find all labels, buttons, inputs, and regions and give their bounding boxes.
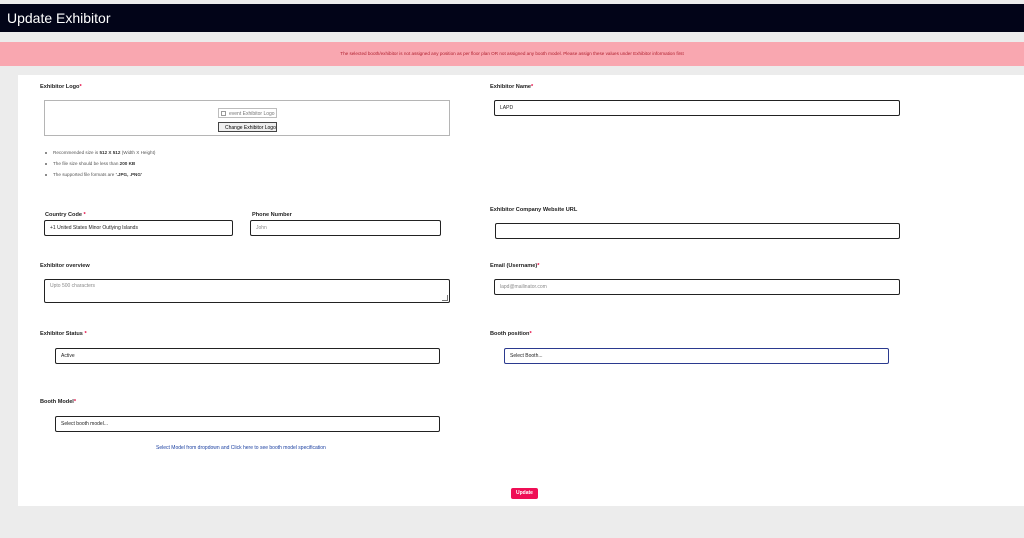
website-url-label: Exhibitor Company Website URL <box>490 207 578 213</box>
booth-model-label: Booth Model* <box>40 399 77 405</box>
resize-handle-icon[interactable] <box>442 295 448 301</box>
bullet-icon <box>45 162 47 165</box>
logo-hints: Recommended size is 512 X 512 (Width X H… <box>43 147 155 180</box>
email-label: Email (Username)* <box>490 263 540 269</box>
alert-message: The selected booth/exhibitor is not assi… <box>340 51 684 56</box>
broken-image-icon <box>221 111 226 116</box>
change-logo-button[interactable]: Change Exhibitor Logo <box>218 122 277 132</box>
exhibitor-name-input[interactable]: LAPD <box>494 100 900 116</box>
page-title: Update Exhibitor <box>7 10 111 26</box>
page-header: Update Exhibitor <box>0 4 1024 32</box>
exhibitor-status-select[interactable]: Active <box>55 348 440 364</box>
required-marker: * <box>529 331 532 337</box>
required-marker: * <box>537 263 540 269</box>
booth-model-spec-link[interactable]: Select Model from dropdown and Click her… <box>156 445 326 451</box>
country-code-label: Country Code * <box>45 212 86 218</box>
update-button[interactable]: Update <box>511 488 538 499</box>
required-marker: * <box>531 84 534 90</box>
required-marker: * <box>82 331 87 337</box>
required-marker: * <box>81 212 86 218</box>
warning-alert: The selected booth/exhibitor is not assi… <box>0 42 1024 66</box>
exhibitor-overview-textarea[interactable]: Upto 500 characters <box>44 279 450 303</box>
bullet-icon <box>45 173 47 176</box>
list-item: The file size should be less than 200 KB <box>43 158 155 169</box>
exhibitor-name-label: Exhibitor Name* <box>490 84 534 90</box>
phone-number-label: Phone Number <box>252 212 292 218</box>
required-marker: * <box>79 84 82 90</box>
email-input[interactable]: lapd@mailinator.com <box>494 279 900 295</box>
booth-position-select[interactable]: Select Booth... <box>504 348 889 364</box>
logo-upload-area: event Exhibitor Logo Change Exhibitor Lo… <box>44 100 450 136</box>
exhibitor-logo-label: Exhibitor Logo* <box>40 84 82 90</box>
exhibitor-logo-image: event Exhibitor Logo <box>218 108 277 118</box>
bullet-icon <box>45 151 47 154</box>
website-url-input[interactable] <box>495 223 900 239</box>
exhibitor-overview-label: Exhibitor overview <box>40 263 90 269</box>
phone-number-input[interactable]: John <box>250 220 441 236</box>
booth-position-label: Booth position* <box>490 331 532 337</box>
exhibitor-form: Exhibitor Logo* event Exhibitor Logo Cha… <box>18 75 1024 506</box>
booth-model-select[interactable]: Select booth model... <box>55 416 440 432</box>
list-item: The supported file formats are '.JPG, .P… <box>43 169 155 180</box>
exhibitor-status-label: Exhibitor Status * <box>40 331 87 337</box>
list-item: Recommended size is 512 X 512 (Width X H… <box>43 147 155 158</box>
required-marker: * <box>73 399 77 405</box>
country-code-select[interactable]: +1 United States Minor Outlying Islands <box>44 220 233 236</box>
